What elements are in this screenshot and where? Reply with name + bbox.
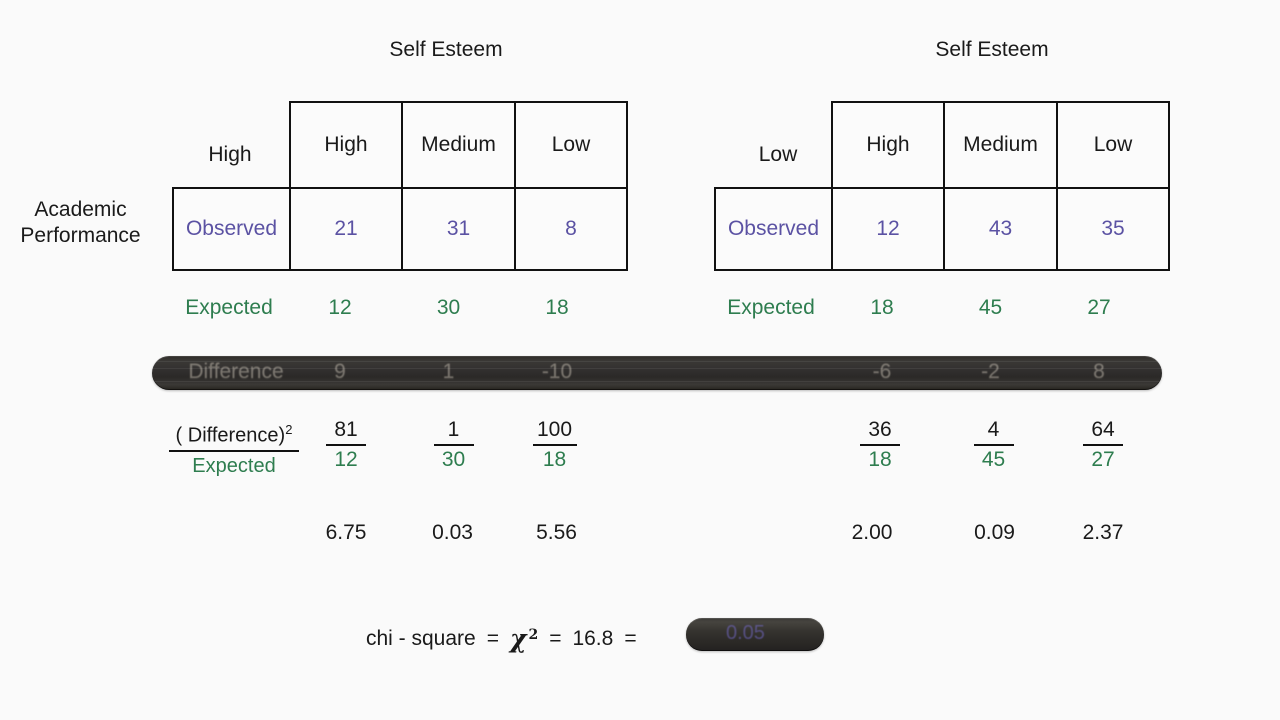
left-difference-low: -10 <box>541 360 573 383</box>
right-observed-low: 35 <box>1056 187 1170 271</box>
right-header-corner-blank <box>715 102 832 188</box>
right-fraction-low-denominator: 27 <box>1091 448 1115 471</box>
left-observed-label: Observed <box>172 187 291 271</box>
right-column-header-high: High <box>831 101 945 189</box>
right-fraction-medium-bar <box>973 444 1014 446</box>
chi-square-value: 16.8 <box>572 626 614 650</box>
left-fraction-low-denominator: 18 <box>542 448 567 471</box>
left-column-header-high: High <box>289 101 403 189</box>
right-observed-label: Observed <box>714 187 833 271</box>
right-expected-medium: 45 <box>978 296 1003 319</box>
table-row: Observed 12 43 35 <box>714 187 1170 271</box>
left-difference-high: 9 <box>334 360 346 383</box>
table-header-row: High Medium Low <box>715 101 1170 189</box>
chi-square-result-obscuring-pill: 0.05 <box>686 618 824 651</box>
chi-square-obscured-result: 0.05 <box>726 622 765 645</box>
left-difference-medium: 1 <box>442 360 455 383</box>
right-expected-low: 27 <box>1087 296 1111 319</box>
row-axis-label-line1: Academic <box>34 198 127 221</box>
left-header-corner-blank <box>173 102 290 188</box>
right-panel-column-group-title: Self Esteem <box>935 38 1049 61</box>
right-difference-high: -6 <box>872 360 892 383</box>
left-contingency-table: High Medium Low Observed 21 31 8 <box>172 101 628 271</box>
right-fraction-high-bar <box>860 444 900 446</box>
fraction-label-numerator-text: ( Difference) <box>175 424 286 447</box>
left-fraction-low-bar <box>532 444 577 446</box>
right-result-high: 2.00 <box>851 521 893 544</box>
fraction-label-numerator: ( Difference)2 <box>160 418 308 448</box>
table-row: Observed 21 31 8 <box>172 187 628 271</box>
right-observed-high: 12 <box>831 187 945 271</box>
right-fraction-low: 64 27 <box>1049 418 1157 473</box>
chi-symbol-superscript: 2 <box>528 627 539 643</box>
left-fraction-high-numerator: 81 <box>334 418 358 441</box>
difference-label: Difference <box>188 360 284 383</box>
fraction-label-bar <box>169 449 299 452</box>
right-expected-label: Expected <box>727 296 815 319</box>
chi-square-equals-2: = <box>549 626 562 650</box>
chi-square-formula: chi - square = χ2 = 16.8 = <box>366 624 648 653</box>
left-fraction-medium-denominator: 30 <box>441 448 466 471</box>
left-expected-label: Expected <box>185 296 273 319</box>
left-fraction-low-numerator: 100 <box>536 418 573 441</box>
chi-square-obscured-result-text: 0.05 <box>726 622 765 644</box>
left-result-low: 5.56 <box>536 521 577 544</box>
right-observed-medium: 43 <box>943 187 1058 271</box>
right-expected-high: 18 <box>870 296 894 319</box>
left-expected-medium: 30 <box>436 296 461 319</box>
chi-square-equals-1: = <box>486 626 499 650</box>
left-observed-medium: 31 <box>401 187 516 271</box>
right-fraction-medium: 4 45 <box>939 418 1048 473</box>
fraction-label-denominator: Expected <box>192 454 276 477</box>
right-column-header-medium: Medium <box>943 101 1058 189</box>
left-expected-high: 12 <box>328 296 352 319</box>
left-fraction-medium-numerator: 1 <box>447 418 460 441</box>
left-column-header-medium: Medium <box>401 101 516 189</box>
left-fraction-high-bar <box>326 444 366 446</box>
row-axis-label: Academic Performance <box>8 197 153 249</box>
right-fraction-medium-denominator: 45 <box>981 448 1006 471</box>
left-fraction-medium: 1 30 <box>399 418 508 473</box>
left-observed-low: 8 <box>514 187 628 271</box>
left-panel-column-group-title: Self Esteem <box>389 38 503 61</box>
fraction-formula-label: ( Difference)2 Expected <box>160 418 308 479</box>
chi-square-text-label: chi - square <box>366 626 476 650</box>
left-column-header-low: Low <box>514 101 628 189</box>
right-fraction-high-denominator: 18 <box>868 448 892 471</box>
right-fraction-high-numerator: 36 <box>868 418 892 441</box>
right-contingency-table: High Medium Low Observed 12 43 35 <box>714 101 1170 271</box>
right-fraction-low-numerator: 64 <box>1091 418 1115 441</box>
table-header-row: High Medium Low <box>173 101 628 189</box>
chi-symbol: χ <box>509 624 527 653</box>
right-column-header-low: Low <box>1056 101 1170 189</box>
left-result-high: 6.75 <box>325 521 367 544</box>
chi-square-symbol-group: χ2 <box>510 624 538 653</box>
left-fraction-medium-bar <box>433 444 474 446</box>
row-axis-label-line2: Performance <box>20 224 141 247</box>
right-result-low: 2.37 <box>1082 521 1124 544</box>
left-observed-high: 21 <box>289 187 403 271</box>
right-fraction-low-bar <box>1083 444 1123 446</box>
right-difference-low: 8 <box>1093 360 1105 383</box>
left-fraction-high: 81 12 <box>292 418 400 473</box>
right-fraction-medium-numerator: 4 <box>987 418 1000 441</box>
left-result-medium: 0.03 <box>432 521 473 544</box>
left-fraction-high-denominator: 12 <box>334 448 358 471</box>
left-expected-low: 18 <box>545 296 569 319</box>
left-fraction-low: 100 18 <box>500 418 609 473</box>
chi-square-equals-3: = <box>624 626 637 650</box>
right-fraction-high: 36 18 <box>826 418 934 473</box>
right-difference-medium: -2 <box>981 360 1000 383</box>
difference-row-obscuring-bar: Difference 9 1 -10 -6 -2 8 <box>152 356 1162 390</box>
right-result-medium: 0.09 <box>974 521 1015 544</box>
